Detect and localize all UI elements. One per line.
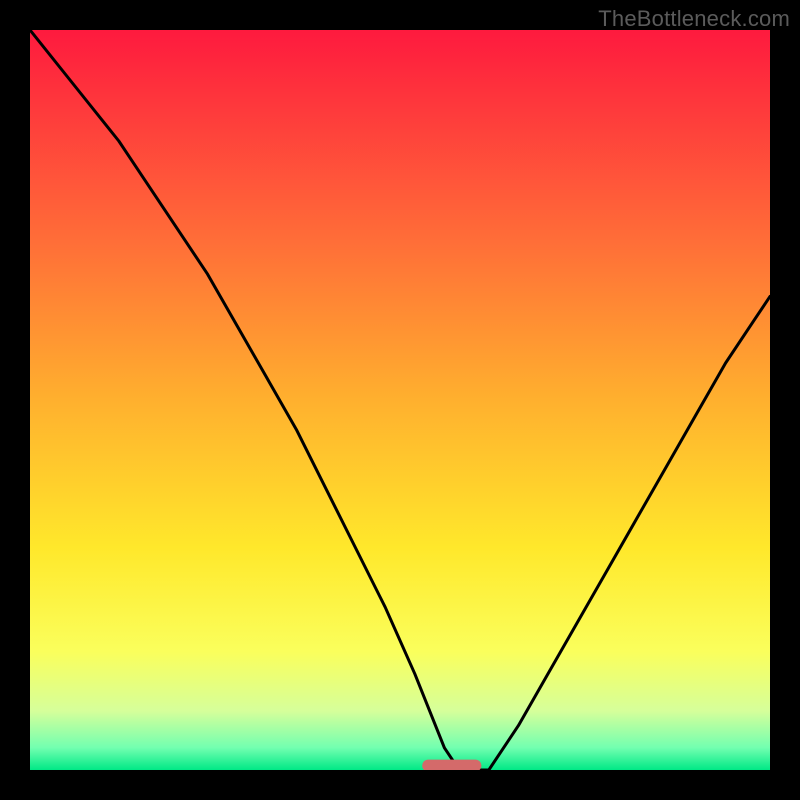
gradient-background (30, 30, 770, 770)
optimum-marker (422, 760, 481, 770)
plot-area (30, 30, 770, 770)
chart-svg (30, 30, 770, 770)
watermark-text: TheBottleneck.com (598, 6, 790, 32)
chart-frame: TheBottleneck.com (0, 0, 800, 800)
